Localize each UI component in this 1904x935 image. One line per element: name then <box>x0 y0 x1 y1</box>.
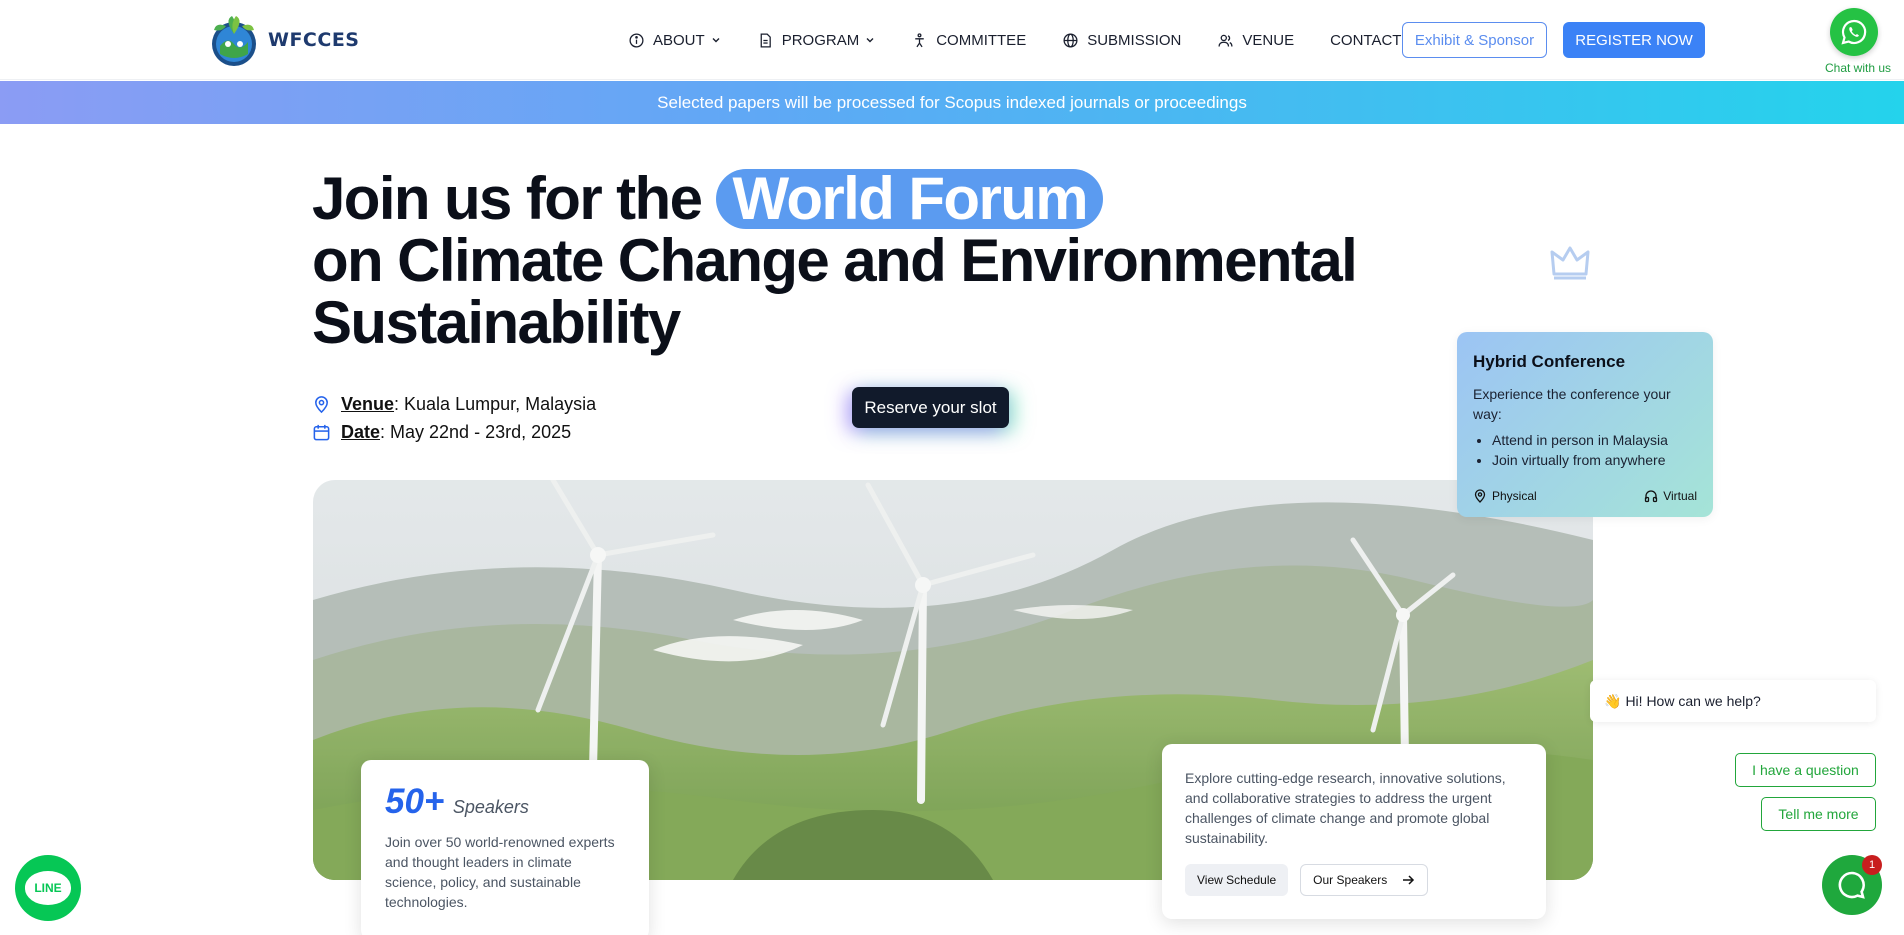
nav-contact[interactable]: CONTACT <box>1330 32 1401 49</box>
title-line-2: on Climate Change and Environmental <box>312 227 1358 294</box>
arrow-right-icon <box>1403 875 1415 885</box>
whatsapp-icon <box>1841 19 1867 45</box>
wave-emoji-icon: 👋 <box>1604 692 1622 709</box>
nav-program[interactable]: PROGRAM <box>757 32 876 49</box>
chevron-down-icon <box>712 38 720 43</box>
chevron-down-icon <box>866 38 874 43</box>
explore-card: Explore cutting-edge research, innovativ… <box>1162 744 1546 919</box>
exhibit-sponsor-button[interactable]: Exhibit & Sponsor <box>1402 22 1547 58</box>
physical-label: Physical <box>1492 489 1537 503</box>
line-chat-button[interactable]: LINE <box>15 855 81 921</box>
list-item: Join virtually from anywhere <box>1492 450 1697 470</box>
physical-tag: Physical <box>1473 489 1537 503</box>
page: WFCCES ABOUT PROGRAM COMMITTEE SUBMISSIO… <box>0 0 1904 935</box>
logo-text: WFCCES <box>268 29 360 51</box>
view-schedule-button[interactable]: View Schedule <box>1185 864 1289 896</box>
explore-description: Explore cutting-edge research, innovativ… <box>1185 770 1506 846</box>
nav-program-label: PROGRAM <box>781 31 860 49</box>
venue-value: : Kuala Lumpur, Malaysia <box>394 393 597 414</box>
nav-committee-label: COMMITTEE <box>936 31 1027 49</box>
register-now-button[interactable]: REGISTER NOW <box>1563 22 1705 58</box>
speakers-description: Join over 50 world-renowned experts and … <box>385 834 615 910</box>
header: WFCCES ABOUT PROGRAM COMMITTEE SUBMISSIO… <box>0 0 1904 80</box>
whatsapp-label: Chat with us <box>1824 61 1892 75</box>
nav-submission[interactable]: SUBMISSION <box>1062 32 1181 49</box>
headphones-icon <box>1645 490 1658 503</box>
announcement-banner: Selected papers will be processed for Sc… <box>0 81 1904 124</box>
chat-bubble-icon <box>1838 871 1865 899</box>
location-pin-icon <box>1474 489 1486 503</box>
hybrid-conference-card: Hybrid Conference Experience the confere… <box>1457 332 1713 517</box>
nav-contact-label: CONTACT <box>1330 31 1402 49</box>
document-icon <box>760 32 771 48</box>
speakers-count: 50+ <box>385 782 445 821</box>
line-label: LINE <box>25 871 71 905</box>
virtual-tag: Virtual <box>1644 489 1697 503</box>
info-icon <box>629 32 644 48</box>
nav-committee[interactable]: COMMITTEE <box>911 32 1026 49</box>
nav-venue-label: VENUE <box>1242 31 1295 49</box>
event-info: Venue: Kuala Lumpur, Malaysia Date: May … <box>312 390 596 446</box>
hybrid-subtitle: Experience the conference your way: <box>1473 386 1671 422</box>
hybrid-list: Attend in person in Malaysia Join virtua… <box>1473 430 1697 470</box>
chat-notification-badge: 1 <box>1862 855 1882 875</box>
explore-buttons: View Schedule Our Speakers <box>1185 864 1523 896</box>
our-speakers-label: Our Speakers <box>1313 873 1388 887</box>
nav-about[interactable]: ABOUT <box>628 32 721 49</box>
title-prefix: Join us for the <box>312 165 703 232</box>
users-icon <box>1218 34 1233 46</box>
chat-greeting-text: Hi! How can we help? <box>1625 693 1761 709</box>
person-icon <box>915 32 924 47</box>
title-line-3: Sustainability <box>312 289 681 356</box>
nav-submission-label: SUBMISSION <box>1087 31 1182 49</box>
globe-icon <box>1063 32 1078 48</box>
chat-option-question[interactable]: I have a question <box>1735 753 1876 787</box>
banner-text: Selected papers will be processed for Sc… <box>657 92 1247 112</box>
date-key: Date <box>341 421 381 442</box>
hybrid-footer: Physical Virtual <box>1473 489 1697 503</box>
logo-globe-icon <box>212 16 256 66</box>
date-value: : May 22nd - 23rd, 2025 <box>380 421 572 442</box>
speakers-label: Speakers <box>452 797 529 817</box>
speakers-card: 50+ Speakers Join over 50 world-renowned… <box>361 760 649 935</box>
date-row: Date: May 22nd - 23rd, 2025 <box>312 418 596 446</box>
whatsapp-button[interactable] <box>1830 8 1878 56</box>
title-highlight: World Forum <box>716 169 1104 229</box>
crown-icon <box>1550 246 1590 280</box>
venue-row: Venue: Kuala Lumpur, Malaysia <box>312 390 596 418</box>
our-speakers-button[interactable]: Our Speakers <box>1300 864 1429 896</box>
logo[interactable]: WFCCES <box>204 12 360 68</box>
hero-title: Join us for the World Forum on Climate C… <box>312 168 1412 354</box>
hybrid-title: Hybrid Conference <box>1473 352 1626 371</box>
venue-key: Venue <box>341 393 395 414</box>
calendar-icon <box>313 424 330 440</box>
main-nav: ABOUT PROGRAM COMMITTEE SUBMISSION VENUE <box>628 24 1437 56</box>
location-pin-icon <box>315 395 328 413</box>
virtual-label: Virtual <box>1663 489 1697 503</box>
chat-greeting-bubble: 👋 Hi! How can we help? <box>1590 680 1876 722</box>
chat-option-tell-more[interactable]: Tell me more <box>1761 797 1876 831</box>
reserve-slot-button[interactable]: Reserve your slot <box>852 387 1009 428</box>
list-item: Attend in person in Malaysia <box>1492 430 1697 450</box>
nav-venue[interactable]: VENUE <box>1217 32 1294 49</box>
nav-about-label: ABOUT <box>653 31 705 49</box>
